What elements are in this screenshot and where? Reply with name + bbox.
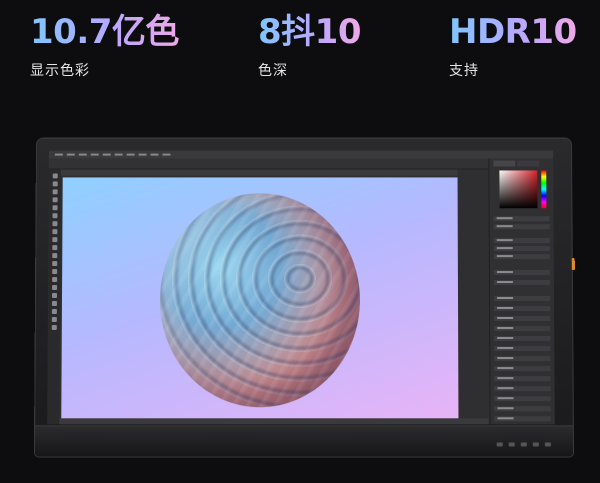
layer-row — [494, 326, 551, 332]
layer-row — [494, 305, 551, 311]
panel-row — [493, 280, 550, 286]
layer-row — [494, 346, 551, 352]
layer-row — [494, 356, 551, 362]
panel-row — [493, 224, 550, 230]
layer-row — [494, 315, 551, 321]
monitor-product-image — [34, 138, 575, 457]
spec-bit-depth: 8抖10 色深 — [258, 10, 361, 80]
color-picker-field — [499, 170, 538, 209]
layer-row — [494, 336, 551, 342]
spec-hdr-headline: HDR10 — [449, 12, 577, 52]
monitor-screen — [47, 150, 555, 425]
layer-row — [493, 296, 551, 301]
editor-canvas — [61, 177, 459, 425]
bezel-button — [532, 442, 539, 447]
layer-row — [494, 396, 551, 402]
editor-toolbar — [47, 169, 61, 425]
panel-row — [493, 254, 550, 260]
panel-row — [493, 216, 550, 222]
panel-tab — [517, 160, 540, 167]
layer-row — [494, 386, 551, 392]
editor-status-bar — [59, 418, 489, 425]
spec-colors-headline: 10.7亿色 — [30, 12, 179, 52]
wavy-sphere-artwork — [159, 193, 361, 408]
hue-slider — [541, 170, 547, 209]
panel-row — [493, 246, 550, 252]
bezel-button — [508, 442, 515, 447]
spec-bit-depth-headline: 8抖10 — [258, 12, 361, 52]
power-led — [571, 258, 575, 271]
editor-menubar — [48, 150, 554, 159]
document-tab-bar — [60, 169, 458, 176]
layer-row — [494, 406, 551, 412]
spec-hdr-caption: 支持 — [449, 63, 479, 79]
bezel-button — [544, 442, 551, 447]
bezel-button — [496, 442, 503, 447]
spec-hdr: HDR10 支持 — [449, 10, 577, 80]
panel-row — [493, 270, 550, 276]
editor-right-panels — [488, 158, 555, 425]
panel-row — [493, 238, 550, 244]
spec-bit-depth-caption: 色深 — [258, 63, 288, 79]
spec-colors-caption: 显示色彩 — [30, 63, 90, 79]
layer-row — [494, 366, 551, 372]
editor-options-bar — [48, 158, 554, 170]
layer-row — [494, 376, 551, 382]
spec-colors: 10.7亿色 显示色彩 — [30, 10, 179, 80]
panel-tab — [493, 160, 516, 167]
bezel-button — [520, 442, 527, 447]
layer-row — [494, 416, 551, 422]
monitor-bottom-bezel — [34, 425, 574, 457]
